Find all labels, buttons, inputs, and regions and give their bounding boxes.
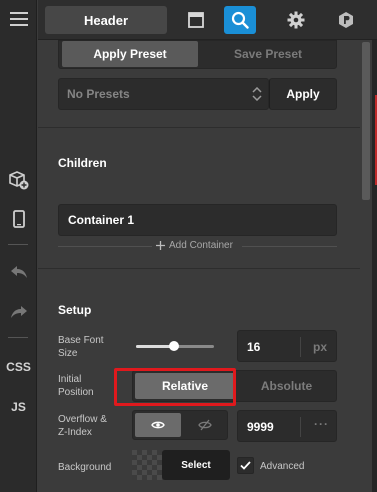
- background-preview-swatch[interactable]: [132, 450, 162, 480]
- highlight-box: [114, 368, 236, 406]
- background-label: Background: [58, 462, 112, 473]
- preset-select[interactable]: No Presets: [58, 78, 269, 110]
- top-toolbar: Header: [38, 0, 377, 40]
- css-button[interactable]: CSS: [0, 353, 37, 381]
- container-item-label: Container 1: [68, 213, 135, 227]
- redo-icon[interactable]: [0, 298, 37, 326]
- header-button[interactable]: Header: [45, 6, 167, 34]
- overflow-visible-button[interactable]: [135, 413, 181, 437]
- rail-divider: [8, 337, 28, 338]
- overflow-toggle: [132, 410, 228, 440]
- overflow-zindex-label: Overflow & Z-Index: [58, 414, 107, 438]
- search-icon[interactable]: [224, 6, 256, 34]
- settings-panel: Apply Preset Save Preset No Presets Appl…: [38, 40, 360, 492]
- tab-apply-preset[interactable]: Apply Preset: [62, 41, 198, 67]
- eye-icon: [151, 421, 165, 429]
- checkmark-icon: [240, 461, 251, 470]
- input-divider: [300, 337, 301, 357]
- plus-icon: [156, 241, 165, 250]
- font-size-slider-handle[interactable]: [169, 341, 179, 351]
- layout-icon[interactable]: [180, 6, 212, 34]
- children-title: Children: [58, 156, 107, 170]
- app-window: CSS JS Header Apply Preset Save Preset N…: [0, 0, 377, 492]
- apply-button[interactable]: Apply: [269, 78, 337, 110]
- advanced-checkbox[interactable]: [237, 457, 254, 474]
- section-divider: [38, 268, 360, 269]
- section-divider: [38, 127, 360, 128]
- input-divider: [300, 417, 301, 437]
- js-label: JS: [11, 400, 26, 414]
- gear-icon[interactable]: [280, 6, 312, 34]
- position-absolute-button[interactable]: Absolute: [237, 373, 336, 399]
- rail-divider: [8, 244, 28, 245]
- js-button[interactable]: JS: [0, 393, 37, 421]
- setup-title: Setup: [58, 303, 92, 317]
- menu-icon[interactable]: [0, 5, 37, 33]
- eye-off-icon: [198, 419, 212, 431]
- base-font-size-label: Base Font Size: [58, 335, 104, 359]
- chevron-updown-icon: [252, 86, 262, 102]
- undo-icon[interactable]: [0, 258, 37, 286]
- add-line-left: [58, 246, 152, 247]
- add-container-label: Add Container: [169, 240, 233, 251]
- preset-tabs: Apply Preset Save Preset: [58, 40, 337, 69]
- scrollbar-thumb[interactable]: [362, 42, 370, 200]
- mobile-icon[interactable]: [0, 205, 37, 233]
- more-options-icon[interactable]: ···: [314, 417, 329, 431]
- left-rail: CSS JS: [0, 0, 37, 492]
- logo-icon[interactable]: [330, 6, 362, 34]
- preset-select-value: No Presets: [67, 87, 130, 101]
- z-index-input[interactable]: 9999 ···: [237, 410, 337, 442]
- tab-save-preset[interactable]: Save Preset: [201, 41, 335, 67]
- css-label: CSS: [6, 360, 31, 374]
- font-size-input[interactable]: 16 px: [237, 330, 337, 362]
- background-select-button[interactable]: Select: [162, 450, 230, 480]
- z-index-value: 9999: [247, 420, 274, 434]
- add-container-button[interactable]: Add Container: [156, 240, 233, 251]
- advanced-label: Advanced: [260, 461, 305, 472]
- overflow-hidden-button[interactable]: [183, 413, 227, 437]
- initial-position-label: Initial Position: [58, 374, 94, 398]
- font-size-unit[interactable]: px: [313, 340, 327, 354]
- list-item[interactable]: Container 1: [58, 204, 337, 236]
- add-component-icon[interactable]: [0, 166, 37, 194]
- add-container-row[interactable]: Add Container: [58, 240, 337, 252]
- font-size-value: 16: [247, 340, 261, 354]
- add-line-right: [242, 246, 337, 247]
